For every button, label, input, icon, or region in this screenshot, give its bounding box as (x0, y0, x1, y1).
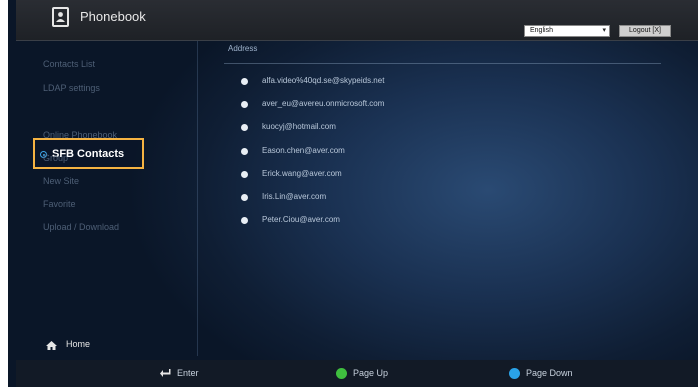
page-up-label: Page Up (353, 368, 389, 378)
contact-radio-icon[interactable] (241, 217, 248, 224)
header-bar: Phonebook English ▾ Logout [X] (16, 0, 698, 41)
sidebar-item-upload-download[interactable]: Upload / Download (43, 222, 119, 232)
enter-hint[interactable]: Enter (160, 368, 199, 378)
home-label: Home (66, 339, 91, 349)
phonebook-app: Phonebook English ▾ Logout [X] Contacts … (0, 0, 698, 387)
contact-address: Iris.Lin@aver.com (262, 192, 327, 201)
page-down-hint[interactable]: Page Down (509, 368, 573, 380)
contact-radio-icon[interactable] (241, 101, 248, 108)
enter-icon (160, 369, 171, 378)
page-up-hint[interactable]: Page Up (336, 368, 389, 380)
contact-address: kuocyj@hotmail.com (262, 122, 336, 131)
contact-radio-icon[interactable] (241, 171, 248, 178)
enter-label: Enter (177, 368, 199, 378)
contact-radio-icon[interactable] (241, 194, 248, 201)
sidebar-item-contacts-list[interactable]: Contacts List (43, 59, 95, 69)
page-down-label: Page Down (526, 368, 573, 378)
logout-button[interactable]: Logout [X] (619, 25, 671, 37)
language-select[interactable]: English ▾ (524, 25, 610, 37)
contact-address: alfa.video%40qd.se@skypeids.net (262, 76, 385, 85)
contact-address: Peter.Ciou@aver.com (262, 215, 340, 224)
sidebar-item-favorite[interactable]: Favorite (43, 199, 76, 209)
phonebook-icon (52, 7, 69, 27)
contact-radio-icon[interactable] (241, 148, 248, 155)
blue-button-icon (509, 368, 520, 380)
sidebar-item-new-site[interactable]: New Site (43, 176, 79, 186)
address-column-header: Address (228, 44, 258, 53)
language-value: English (530, 27, 553, 34)
sidebar-item-group[interactable]: Group (43, 153, 68, 163)
contact-address: aver_eu@avereu.onmicrosoft.com (262, 99, 385, 108)
contact-address: Erick.wang@aver.com (262, 169, 342, 178)
sidebar: Contacts List LDAP settings SFB Contacts… (16, 41, 198, 356)
footer-bar: Enter Page Up Page Down (16, 360, 698, 387)
green-button-icon (336, 368, 347, 380)
contact-address: Eason.chen@aver.com (262, 146, 345, 155)
contact-radio-icon[interactable] (241, 78, 248, 85)
sidebar-item-ldap-settings[interactable]: LDAP settings (43, 83, 100, 93)
app-title: Phonebook (80, 9, 146, 24)
sidebar-item-online-phonebook[interactable]: Online Phonebook (43, 130, 117, 140)
chevron-down-icon: ▾ (602, 27, 606, 34)
contact-radio-icon[interactable] (241, 124, 248, 131)
header-divider (224, 63, 661, 64)
home-icon (46, 341, 57, 350)
